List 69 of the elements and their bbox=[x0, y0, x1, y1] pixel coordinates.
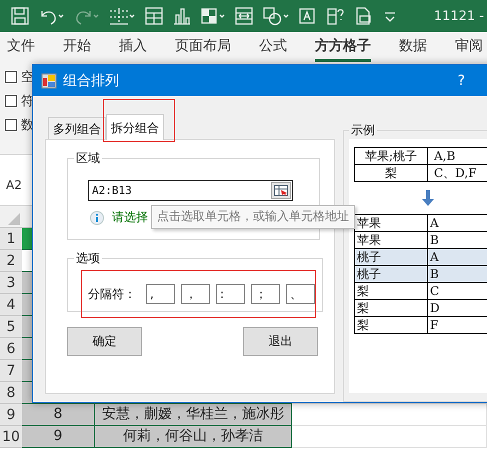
save-icon[interactable] bbox=[10, 6, 30, 26]
app-icon bbox=[41, 72, 57, 88]
fill-icon[interactable] bbox=[200, 6, 226, 26]
separator-field[interactable]: : bbox=[216, 284, 245, 304]
help-table-icon[interactable] bbox=[325, 6, 345, 26]
table-cell: 苹果;桃子 bbox=[354, 148, 428, 164]
select-range-icon[interactable] bbox=[274, 185, 288, 196]
checkbox[interactable] bbox=[5, 71, 17, 83]
dialog-tab[interactable]: 拆分组合 bbox=[106, 114, 164, 140]
separator-field[interactable]: ； bbox=[251, 284, 280, 304]
help-button[interactable]: ? bbox=[458, 72, 465, 88]
hint-text: 请选择 bbox=[112, 209, 148, 226]
down-arrow-icon bbox=[422, 190, 434, 206]
ribbon-tab[interactable]: 开始 bbox=[63, 32, 91, 62]
table-cell: 8 bbox=[22, 404, 95, 426]
separator-label: 分隔符： bbox=[88, 286, 136, 302]
window-title: 11121 - bbox=[434, 8, 484, 24]
ribbon-tab[interactable]: 公式 bbox=[259, 32, 287, 62]
row-header[interactable]: 6 bbox=[0, 338, 22, 360]
checkbox-label: 数 bbox=[21, 117, 34, 134]
table-cell: 9 bbox=[22, 426, 95, 448]
table-cell: 梨 bbox=[354, 300, 428, 316]
group-title: 选项 bbox=[75, 250, 101, 267]
merge-icon[interactable] bbox=[234, 6, 254, 26]
table-cell: 梨 bbox=[354, 316, 428, 334]
ribbon-tab[interactable]: 文件 bbox=[7, 32, 35, 62]
border-icon[interactable] bbox=[108, 6, 136, 26]
group-title: 区域 bbox=[75, 150, 101, 167]
ribbon-tab[interactable]: 页面布局 bbox=[175, 32, 231, 62]
table-icon[interactable] bbox=[144, 6, 164, 26]
table-cell: 桃子 bbox=[354, 266, 428, 282]
name-box[interactable]: A2 bbox=[0, 178, 36, 192]
row-header[interactable]: 5 bbox=[0, 316, 22, 338]
dialog-button[interactable]: 退出 bbox=[243, 327, 318, 356]
separator-field[interactable]: , bbox=[146, 284, 175, 304]
ribbon-tab[interactable]: 数据 bbox=[399, 32, 427, 62]
row-header[interactable]: 10 bbox=[0, 426, 22, 448]
separator-field[interactable]: 、 bbox=[286, 284, 315, 304]
dialog-button[interactable]: 确定 bbox=[67, 327, 142, 356]
chart-icon[interactable] bbox=[172, 6, 192, 26]
row-header[interactable]: 4 bbox=[0, 294, 22, 316]
separator-field[interactable]: ， bbox=[181, 284, 210, 304]
row-header[interactable]: 7 bbox=[0, 360, 22, 382]
table-cell: A,B bbox=[428, 148, 487, 164]
table-cell: 梨 bbox=[354, 282, 428, 300]
row-header[interactable]: 8 bbox=[0, 382, 22, 404]
info-icon bbox=[90, 210, 104, 224]
ribbon-tab[interactable]: 审阅 bbox=[455, 32, 483, 62]
checkbox-label: 符 bbox=[21, 93, 34, 110]
checkbox[interactable] bbox=[5, 119, 17, 131]
row-header[interactable]: 3 bbox=[0, 272, 22, 294]
dialog-title: 组合排列 bbox=[63, 72, 119, 90]
table-cell: 何莉，何谷山，孙孝洁 bbox=[95, 426, 292, 448]
row-header[interactable]: 1 bbox=[0, 228, 22, 250]
highlight-frame bbox=[103, 99, 175, 142]
shapes-icon[interactable] bbox=[262, 6, 289, 26]
ribbon-tab[interactable]: 插入 bbox=[119, 32, 147, 62]
range-field[interactable]: A2:B13 bbox=[88, 180, 293, 201]
row-header[interactable]: 9 bbox=[0, 404, 22, 426]
table-cell: 苹果 bbox=[354, 214, 428, 232]
dialog-tab[interactable]: 多列组合 bbox=[48, 117, 106, 139]
row-header[interactable]: 2 bbox=[0, 250, 22, 272]
text-box-icon[interactable] bbox=[297, 6, 317, 26]
table-cell: A bbox=[428, 214, 487, 232]
table-cell: 安慧，蒯嫒，华桂兰，施冰彤 bbox=[95, 404, 292, 426]
checkbox[interactable] bbox=[5, 95, 17, 107]
table-cell: 梨 bbox=[354, 164, 428, 182]
tooltip: 点击选取单元格，或输入单元格地址 bbox=[151, 205, 355, 229]
group-title: 示例 bbox=[350, 122, 376, 139]
